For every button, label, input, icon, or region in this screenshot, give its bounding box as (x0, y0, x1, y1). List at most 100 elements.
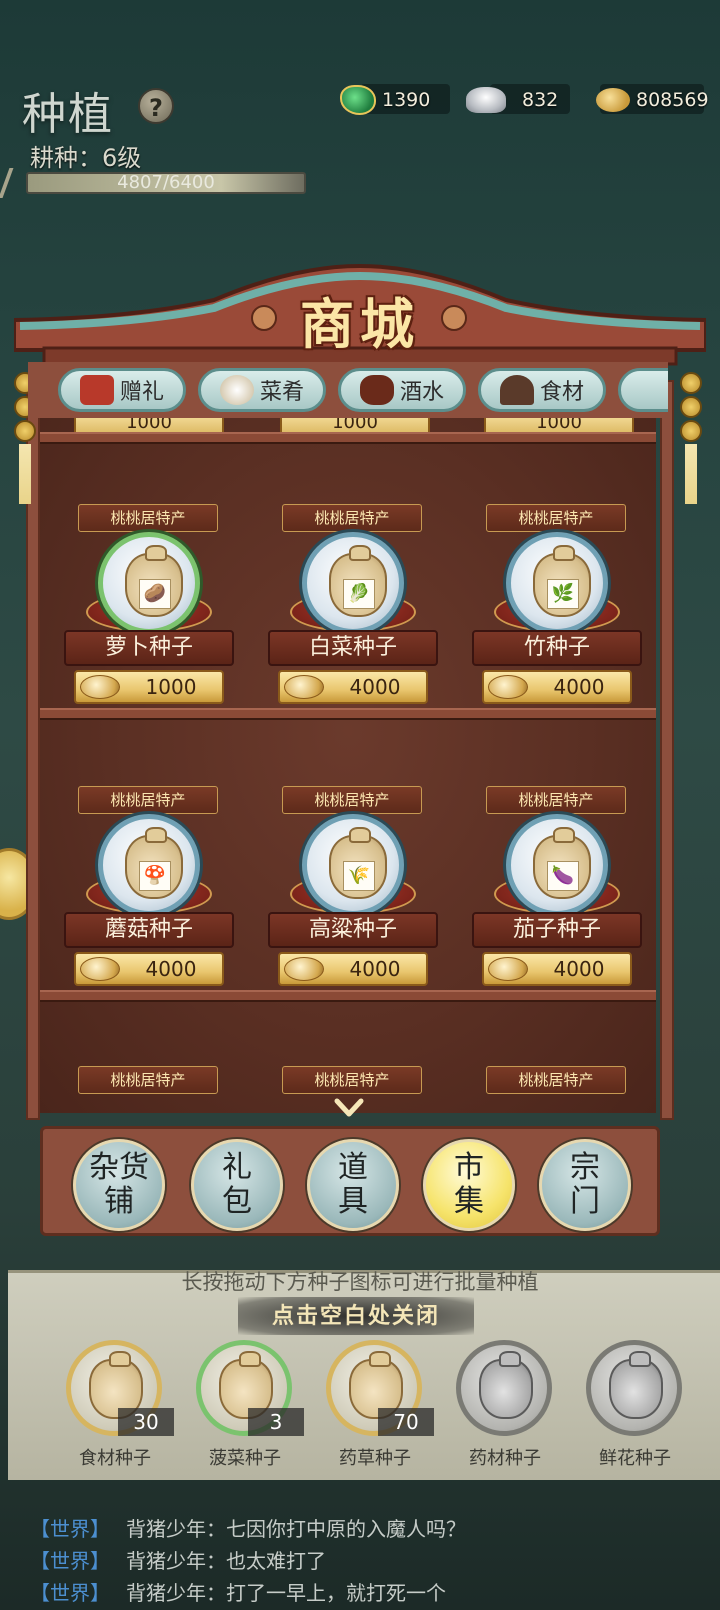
category-label: 市 (454, 1150, 484, 1185)
item-name: 茄子种子 (472, 912, 642, 948)
seed-bag-icon: 🥔 (98, 532, 200, 634)
chat-channel: 【世界】 (30, 1549, 110, 1573)
jade-currency[interactable]: 1390 (340, 82, 430, 118)
price-value: 1000 (145, 675, 197, 699)
shop-item-radish-seed[interactable]: 桃桃居特产 🥔 萝卜种子 1000 (64, 504, 234, 714)
category-gift-pack[interactable]: 礼 包 (191, 1139, 283, 1231)
tab-more[interactable] (618, 368, 668, 412)
buy-button[interactable]: 4000 (74, 952, 224, 986)
category-label: 门 (570, 1184, 600, 1219)
seed-bag-icon: 🍆 (506, 814, 608, 916)
specialty-badge: 桃桃居特产 (78, 504, 218, 532)
category-label: 包 (222, 1184, 252, 1219)
category-label: 杂货 (89, 1150, 149, 1185)
buy-button[interactable]: 4000 (278, 952, 428, 986)
item-name: 蘑菇种子 (64, 912, 234, 948)
silver-ingot-icon (466, 87, 506, 113)
tray-seed-medicinal[interactable]: 药材种子 (450, 1340, 560, 1469)
shop-category-bar: 杂货 铺 礼 包 道 具 市 集 宗 门 (40, 1126, 660, 1236)
seed-name: 鲜花种子 (599, 1448, 671, 1469)
specialty-badge: 桃桃居特产 (486, 786, 626, 814)
coin-stack-icon (596, 88, 630, 112)
category-label: 礼 (222, 1150, 252, 1185)
tray-seed-spinach[interactable]: 3 菠菜种子 (190, 1340, 304, 1469)
buy-button[interactable]: 4000 (278, 670, 428, 704)
seed-name: 药草种子 (339, 1448, 411, 1469)
category-label: 集 (454, 1184, 484, 1219)
buy-button[interactable]: 4000 (482, 670, 632, 704)
price-value: 4000 (349, 957, 401, 981)
shop-item-bamboo-seed[interactable]: 桃桃居特产 🌿 竹种子 4000 (472, 504, 642, 714)
jade-amount: 1390 (382, 89, 431, 111)
chat-line[interactable]: 【世界】 背猪少年：七因你打中原的入魔人吗？ (30, 1514, 710, 1544)
seed-name: 药材种子 (469, 1448, 541, 1469)
item-name: 白菜种子 (268, 630, 438, 666)
tray-seed-flower[interactable]: 鲜花种子 (580, 1340, 690, 1469)
shop-title: 商城 (300, 292, 420, 356)
silver-currency: 832 (466, 82, 558, 118)
seed-name: 菠菜种子 (209, 1448, 281, 1469)
right-tassel (680, 372, 702, 504)
specialty-badge: 桃桃居特产 (78, 1066, 218, 1094)
coin-icon (80, 675, 120, 699)
specialty-badge: 桃桃居特产 (486, 1066, 626, 1094)
shop-item-eggplant-seed[interactable]: 桃桃居特产 🍆 茄子种子 4000 (472, 786, 642, 996)
category-label: 具 (338, 1184, 368, 1219)
seed-name: 食材种子 (79, 1448, 151, 1469)
price-value: 4000 (349, 675, 401, 699)
chat-text: 背猪少年：打了一早上，就打死一个 (126, 1581, 446, 1605)
item-name: 竹种子 (472, 630, 642, 666)
tab-dishes[interactable]: 菜肴 (198, 368, 326, 412)
cabinet-right-side (660, 380, 674, 1120)
tab-gift[interactable]: 赠礼 (58, 368, 186, 412)
coin-icon (284, 957, 324, 981)
coin-icon (284, 675, 324, 699)
seed-bag-icon: 🌿 (506, 532, 608, 634)
specialty-badge: 桃桃居特产 (282, 1066, 422, 1094)
coin-icon (488, 957, 528, 981)
tab-label: 酒水 (399, 380, 444, 405)
tab-label: 菜肴 (259, 380, 304, 405)
specialty-badge: 桃桃居特产 (486, 504, 626, 532)
category-market[interactable]: 市 集 (423, 1139, 515, 1231)
item-name: 高粱种子 (268, 912, 438, 948)
tab-wine[interactable]: 酒水 (338, 368, 466, 412)
shop-tab-bar: 赠礼 菜肴 酒水 食材 (28, 362, 668, 418)
chat-line[interactable]: 【世界】 背猪少年：也太难打了 (30, 1546, 710, 1576)
tray-seed-herb[interactable]: 70 药草种子 (320, 1340, 434, 1469)
dish-icon (219, 375, 254, 405)
tray-seed-ingredient[interactable]: 30 食材种子 (60, 1340, 174, 1469)
category-sect[interactable]: 宗 门 (539, 1139, 631, 1231)
xp-text: 4807/6400 (117, 172, 215, 193)
seed-bag-icon: 🥬 (302, 532, 404, 634)
shelf-plank (40, 432, 656, 444)
category-grocery[interactable]: 杂货 铺 (73, 1139, 165, 1231)
farming-level: 耕种：6级 (30, 144, 142, 172)
tap-to-close-hint[interactable]: 点击空白处关闭 (238, 1297, 474, 1335)
chat-text: 背猪少年：也太难打了 (126, 1549, 326, 1573)
help-button[interactable]: ? (138, 88, 174, 124)
price-value: 4000 (145, 957, 197, 981)
seed-count: 70 (378, 1408, 434, 1436)
coin-icon (488, 675, 528, 699)
chat-line[interactable]: 【世界】 背猪少年：打了一早上，就打死一个 (30, 1578, 710, 1608)
seed-count: 3 (248, 1408, 304, 1436)
seed-bag-icon: 🌾 (302, 814, 404, 916)
chevron-down-icon[interactable] (334, 1096, 364, 1120)
jade-dragon-icon (340, 85, 376, 115)
shop-item-sorghum-seed[interactable]: 桃桃居特产 🌾 高粱种子 4000 (268, 786, 438, 996)
seed-bag-icon: 🍄 (98, 814, 200, 916)
seed-count: 30 (118, 1408, 174, 1436)
chat-channel: 【世界】 (30, 1517, 110, 1541)
category-label: 道 (338, 1150, 368, 1185)
tab-ingredients[interactable]: 食材 (478, 368, 606, 412)
shop-item-cabbage-seed[interactable]: 桃桃居特产 🥬 白菜种子 4000 (268, 504, 438, 714)
shop-item-mushroom-seed[interactable]: 桃桃居特产 🍄 蘑菇种子 4000 (64, 786, 234, 996)
price-value: 4000 (553, 957, 605, 981)
coin-currency: 808569 (596, 82, 709, 118)
category-label: 宗 (570, 1150, 600, 1185)
buy-button[interactable]: 1000 (74, 670, 224, 704)
price-value: 4000 (553, 675, 605, 699)
buy-button[interactable]: 4000 (482, 952, 632, 986)
category-props[interactable]: 道 具 (307, 1139, 399, 1231)
